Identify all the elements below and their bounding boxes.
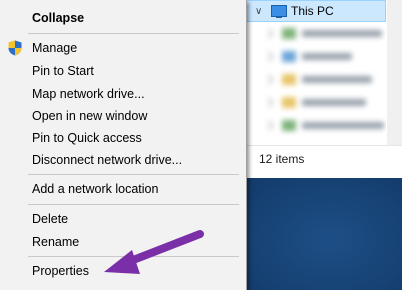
blurred-drive-row[interactable] [241,68,386,91]
computer-icon [271,5,287,18]
menu-separator [28,33,239,34]
context-menu: Collapse Manage Pin to Start Map network… [0,0,247,290]
blurred-drive-row[interactable] [241,45,386,68]
menu-item-collapse[interactable]: Collapse [0,7,245,29]
menu-item-label: Manage [32,41,78,55]
menu-separator [28,204,239,205]
menu-item-disconnect-network-drive[interactable]: Disconnect network drive... [0,149,245,171]
menu-item-pin-quick-access[interactable]: Pin to Quick access [0,127,245,149]
blurred-drive-row[interactable] [241,91,386,114]
nav-item-label: This PC [291,4,334,18]
folder-icon [282,74,296,85]
menu-separator [28,256,239,257]
menu-item-rename[interactable]: Rename [0,231,245,253]
drive-icon [282,120,296,131]
menu-item-open-new-window[interactable]: Open in new window [0,105,245,127]
folder-icon [282,97,296,108]
uac-shield-icon [8,40,22,56]
status-bar-item-count: 12 items [241,145,402,169]
menu-item-manage[interactable]: Manage [0,37,245,59]
navigation-pane: ∨ This PC [241,0,386,145]
menu-item-map-network-drive[interactable]: Map network drive... [0,83,245,105]
menu-item-add-network-location[interactable]: Add a network location [0,178,245,200]
menu-item-delete[interactable]: Delete [0,208,245,230]
file-explorer-window: ∨ This PC 12 items [240,0,402,178]
menu-item-pin-to-start[interactable]: Pin to Start [0,60,245,82]
menu-separator [28,174,239,175]
chevron-down-icon[interactable]: ∨ [255,6,265,17]
nav-item-this-pc[interactable]: ∨ This PC [241,0,386,22]
folder-icon [282,51,296,62]
vertical-scrollbar[interactable] [387,0,402,145]
blurred-drive-list [241,22,386,137]
menu-item-properties[interactable]: Properties [0,260,245,282]
blurred-drive-row[interactable] [241,22,386,45]
drive-icon [282,28,296,39]
blurred-drive-row[interactable] [241,114,386,137]
